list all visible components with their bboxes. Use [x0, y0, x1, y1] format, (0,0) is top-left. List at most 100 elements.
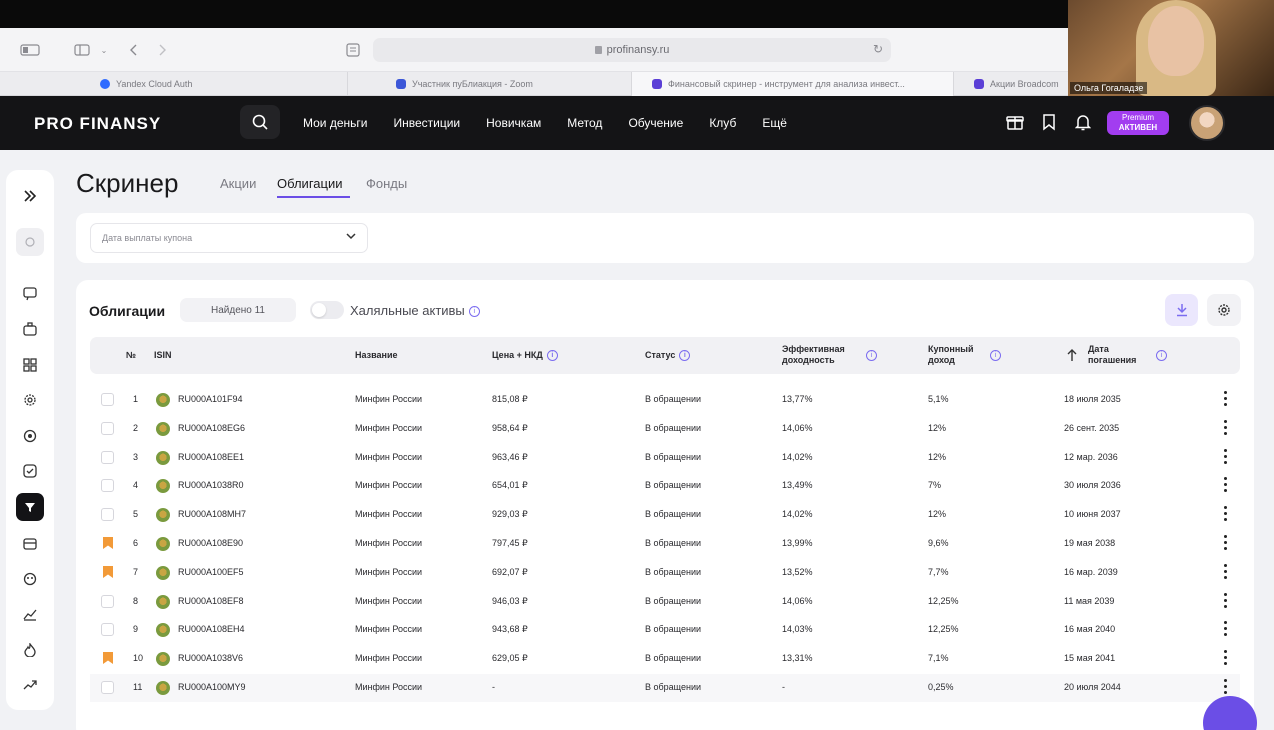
- home-icon[interactable]: [16, 228, 44, 256]
- row-menu-icon[interactable]: [1224, 477, 1228, 495]
- row-menu-icon[interactable]: [1224, 391, 1228, 409]
- row-isin[interactable]: RU000A100EF5: [178, 567, 244, 577]
- premium-badge[interactable]: Premium АКТИВЕН: [1107, 111, 1169, 135]
- expand-sidebar-icon[interactable]: [16, 182, 44, 210]
- table-row[interactable]: 9 RU000A108EH4 Минфин России 943,68 ₽ В …: [90, 616, 1240, 644]
- row-isin[interactable]: RU000A108MH7: [178, 509, 246, 519]
- row-isin[interactable]: RU000A108EF8: [178, 596, 244, 606]
- table-row[interactable]: 4 RU000A1038R0 Минфин России 654,01 ₽ В …: [90, 472, 1240, 500]
- back-icon[interactable]: [126, 40, 140, 60]
- col-number[interactable]: №: [126, 350, 136, 361]
- table-row[interactable]: 10 RU000A1038V6 Минфин России 629,05 ₽ В…: [90, 645, 1240, 673]
- reader-icon[interactable]: [344, 40, 362, 60]
- bell-icon[interactable]: [1072, 111, 1094, 133]
- table-settings-button[interactable]: [1207, 294, 1241, 326]
- info-icon[interactable]: i: [679, 350, 691, 362]
- checklist-icon[interactable]: [16, 457, 44, 485]
- gear-icon[interactable]: [16, 386, 44, 414]
- row-menu-icon[interactable]: [1224, 650, 1228, 668]
- info-icon[interactable]: i: [546, 350, 558, 362]
- row-menu-icon[interactable]: [1224, 563, 1228, 582]
- table-row[interactable]: 5 RU000A108MH7 Минфин России 929,03 ₽ В …: [90, 501, 1240, 529]
- row-menu-icon[interactable]: [1224, 506, 1228, 524]
- wallet-icon[interactable]: [16, 529, 44, 557]
- table-row[interactable]: 11 RU000A100MY9 Минфин России - В обраще…: [90, 674, 1240, 702]
- gift-icon[interactable]: [1004, 111, 1026, 133]
- coupon-date-select[interactable]: Дата выплаты купона: [90, 223, 368, 253]
- row-menu-icon[interactable]: [1224, 621, 1228, 639]
- robot-icon[interactable]: [16, 565, 44, 593]
- row-checkbox[interactable]: [101, 450, 114, 464]
- col-name[interactable]: Название: [355, 350, 397, 361]
- row-checkbox[interactable]: [101, 479, 114, 493]
- table-row[interactable]: 2 RU000A108EG6 Минфин России 958,64 ₽ В …: [90, 415, 1240, 443]
- row-checkbox[interactable]: [101, 594, 114, 608]
- row-menu-icon[interactable]: [1224, 448, 1228, 467]
- table-row[interactable]: 3 RU000A108EE1 Минфин России 963,46 ₽ В …: [90, 444, 1240, 472]
- browser-tab-yandex[interactable]: Yandex Cloud Auth: [0, 72, 348, 96]
- col-price[interactable]: Цена + НКД i: [492, 350, 558, 362]
- nav-more[interactable]: Ещё: [762, 116, 787, 130]
- col-isin[interactable]: ISIN: [154, 350, 172, 361]
- fire-icon[interactable]: [16, 636, 44, 664]
- info-icon[interactable]: i: [1156, 350, 1167, 361]
- grid-icon[interactable]: [16, 351, 44, 379]
- trend-icon[interactable]: [16, 671, 44, 699]
- download-button[interactable]: [1165, 294, 1198, 326]
- forward-icon[interactable]: [156, 40, 170, 60]
- row-checkbox[interactable]: [101, 421, 114, 435]
- bookmark-icon[interactable]: [1038, 111, 1060, 133]
- chevron-down-icon[interactable]: ⌄: [98, 40, 110, 60]
- row-isin[interactable]: RU000A101F94: [178, 394, 243, 404]
- row-menu-icon[interactable]: [1224, 679, 1228, 697]
- row-menu-icon[interactable]: [1224, 419, 1228, 438]
- row-checkbox[interactable]: [101, 623, 114, 637]
- browser-tab-screener[interactable]: Финансовый скринер - инструмент для анал…: [632, 72, 954, 96]
- row-isin[interactable]: RU000A1038R0: [178, 480, 244, 490]
- col-yield[interactable]: Эффективная доходность: [782, 344, 845, 366]
- nav-learning[interactable]: Обучение: [628, 116, 683, 130]
- sort-asc-icon[interactable]: [1067, 348, 1077, 367]
- nav-investments[interactable]: Инвестиции: [393, 116, 460, 130]
- screener-filter-icon[interactable]: [16, 493, 44, 521]
- row-isin[interactable]: RU000A108E90: [178, 538, 243, 548]
- reload-icon[interactable]: ↻: [873, 42, 883, 56]
- info-icon[interactable]: i: [990, 350, 1001, 361]
- target-icon[interactable]: [16, 422, 44, 450]
- sidebar-toggle-icon[interactable]: [10, 40, 50, 60]
- tab-bonds[interactable]: Облигации: [277, 176, 342, 191]
- browser-tab-broadcom[interactable]: Акции Broadcom: [954, 72, 1068, 96]
- info-icon[interactable]: i: [468, 306, 480, 318]
- row-isin[interactable]: RU000A108EH4: [178, 624, 245, 634]
- bookmark-filled-icon[interactable]: [102, 536, 114, 550]
- row-menu-icon[interactable]: [1224, 535, 1228, 553]
- nav-club[interactable]: Клуб: [709, 116, 736, 130]
- nav-my-money[interactable]: Мои деньги: [303, 116, 367, 130]
- col-coupon[interactable]: Купонный доход: [928, 344, 974, 366]
- chart-icon[interactable]: [16, 600, 44, 628]
- user-avatar[interactable]: [1189, 105, 1225, 141]
- nav-beginners[interactable]: Новичкам: [486, 116, 541, 130]
- row-checkbox[interactable]: [101, 508, 114, 522]
- tab-overview-icon[interactable]: [72, 40, 92, 60]
- nav-method[interactable]: Метод: [567, 116, 602, 130]
- row-isin[interactable]: RU000A100MY9: [178, 682, 246, 692]
- table-row[interactable]: 1 RU000A101F94 Минфин России 815,08 ₽ В …: [90, 386, 1240, 414]
- briefcase-icon[interactable]: [16, 315, 44, 343]
- row-isin[interactable]: RU000A108EG6: [178, 423, 245, 433]
- bookmark-filled-icon[interactable]: [102, 651, 114, 665]
- tab-funds[interactable]: Фонды: [366, 176, 407, 191]
- chat-icon[interactable]: [16, 280, 44, 308]
- row-isin[interactable]: RU000A1038V6: [178, 653, 243, 663]
- table-row[interactable]: 8 RU000A108EF8 Минфин России 946,03 ₽ В …: [90, 588, 1240, 616]
- halal-toggle[interactable]: [310, 301, 344, 319]
- col-maturity-date[interactable]: Дата погашения: [1088, 344, 1136, 366]
- site-logo[interactable]: PRO FINANSY: [34, 114, 161, 134]
- address-bar[interactable]: profinansy.ru ↻: [373, 38, 891, 62]
- info-icon[interactable]: i: [866, 350, 877, 361]
- col-status[interactable]: Статус i: [645, 350, 691, 362]
- row-checkbox[interactable]: [101, 393, 114, 406]
- row-menu-icon[interactable]: [1224, 592, 1228, 611]
- bookmark-filled-icon[interactable]: [102, 565, 114, 579]
- browser-tab-zoom[interactable]: Участник пуБлиакция - Zoom: [348, 72, 632, 96]
